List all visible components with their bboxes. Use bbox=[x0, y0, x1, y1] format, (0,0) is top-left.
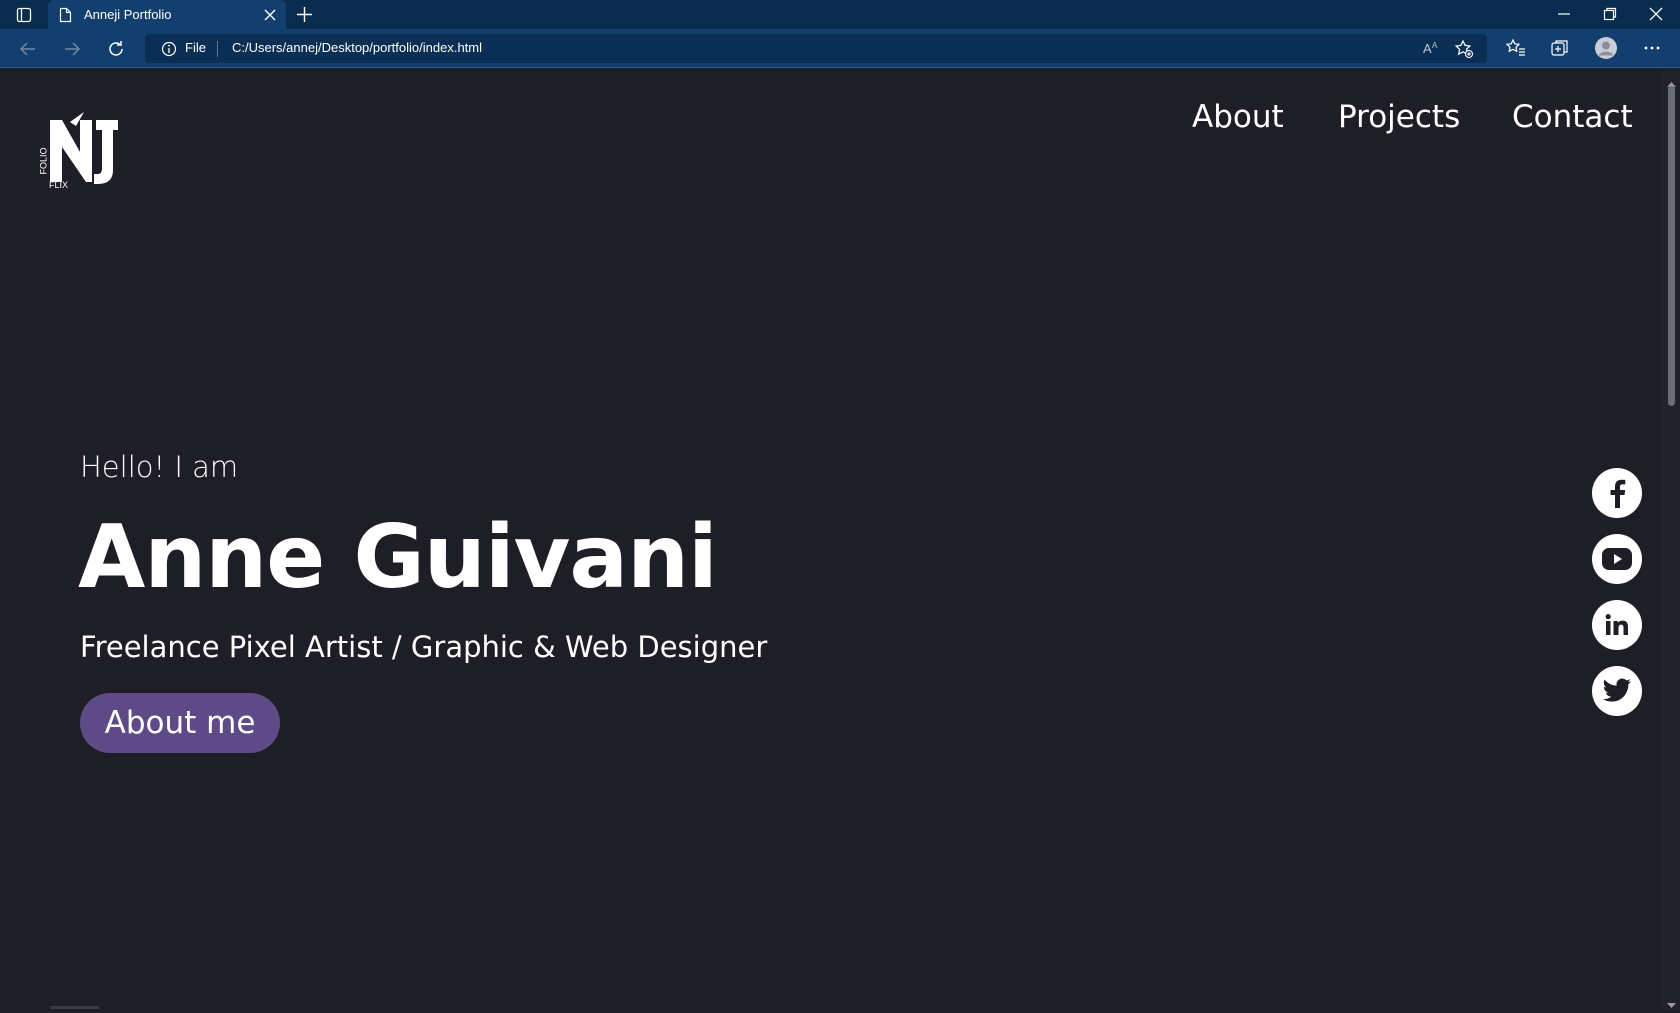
minimize-icon[interactable] bbox=[1556, 6, 1572, 26]
hero-name: Anne Guivani bbox=[78, 506, 718, 608]
svg-text:A: A bbox=[1432, 41, 1438, 50]
collections-icon[interactable] bbox=[1549, 37, 1571, 63]
restore-icon[interactable] bbox=[1602, 6, 1618, 26]
tab-actions-icon[interactable] bbox=[11, 6, 37, 24]
nav-projects[interactable]: Projects bbox=[1338, 99, 1460, 135]
add-favorite-icon[interactable] bbox=[1454, 39, 1474, 63]
bottom-indicator bbox=[50, 1006, 99, 1009]
twitter-icon[interactable] bbox=[1592, 666, 1642, 716]
info-icon[interactable] bbox=[161, 41, 177, 61]
back-arrow-icon[interactable] bbox=[18, 39, 38, 63]
refresh-icon[interactable] bbox=[106, 39, 126, 63]
more-icon[interactable] bbox=[1641, 37, 1663, 63]
plus-icon[interactable] bbox=[296, 6, 313, 27]
scroll-down-icon[interactable] bbox=[1667, 994, 1676, 1013]
address-url[interactable]: C:/Users/annej/Desktop/portfolio/index.h… bbox=[232, 40, 482, 55]
linkedin-icon[interactable] bbox=[1592, 600, 1642, 650]
hero-role: Freelance Pixel Artist / Graphic & Web D… bbox=[80, 630, 768, 664]
logo-bottom-text: FLIX bbox=[49, 180, 69, 190]
page-icon bbox=[59, 7, 72, 27]
address-divider bbox=[217, 41, 218, 57]
favorites-icon[interactable] bbox=[1505, 37, 1527, 63]
profile-icon[interactable] bbox=[1594, 36, 1618, 64]
nav-contact[interactable]: Contact bbox=[1512, 99, 1633, 135]
close-icon[interactable] bbox=[263, 7, 277, 26]
browser-tab[interactable]: Anneji Portfolio bbox=[48, 0, 286, 29]
facebook-icon[interactable] bbox=[1592, 468, 1642, 518]
svg-text:A: A bbox=[1423, 41, 1432, 56]
hero-greeting: Hello! I am bbox=[80, 450, 239, 484]
page-viewport: FOLIO FLIX About Projects Contact Hello!… bbox=[0, 68, 1663, 1010]
nav-about[interactable]: About bbox=[1192, 99, 1284, 135]
read-aloud-icon[interactable]: AA bbox=[1422, 39, 1442, 61]
address-bar[interactable]: File C:/Users/annej/Desktop/portfolio/in… bbox=[145, 34, 1487, 63]
site-logo[interactable]: FOLIO FLIX bbox=[38, 112, 120, 190]
tab-title: Anneji Portfolio bbox=[84, 7, 172, 22]
browser-tab-bar: Anneji Portfolio bbox=[0, 0, 1680, 29]
forward-arrow-icon[interactable] bbox=[62, 39, 82, 63]
logo-side-text: FOLIO bbox=[38, 147, 49, 175]
about-me-button[interactable]: About me bbox=[80, 693, 280, 753]
scrollbar-thumb[interactable] bbox=[1668, 86, 1675, 406]
browser-toolbar: File C:/Users/annej/Desktop/portfolio/in… bbox=[0, 29, 1680, 68]
address-scheme-label: File bbox=[185, 40, 206, 55]
youtube-icon[interactable] bbox=[1592, 534, 1642, 584]
close-window-icon[interactable] bbox=[1648, 6, 1664, 26]
page-scrollbar[interactable] bbox=[1663, 68, 1680, 1010]
